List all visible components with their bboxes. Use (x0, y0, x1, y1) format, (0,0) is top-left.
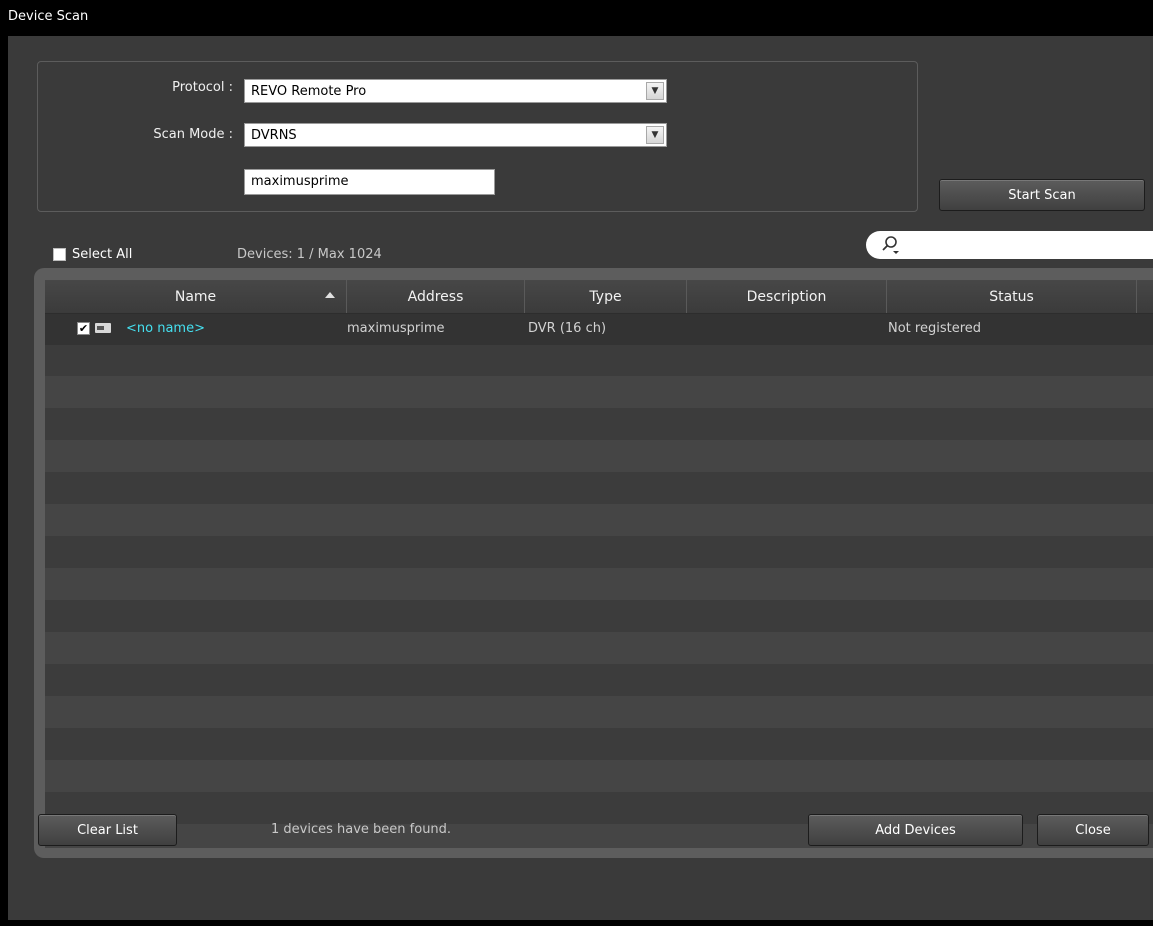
column-header-address[interactable]: Address (347, 280, 525, 313)
column-type-label: Type (589, 288, 622, 305)
protocol-label: Protocol : (172, 80, 233, 95)
found-status-text: 1 devices have been found. (271, 822, 452, 837)
protocol-dropdown[interactable]: REVO Remote Pro ▼ (244, 79, 667, 103)
column-status-label: Status (989, 288, 1034, 305)
search-input[interactable] (866, 231, 1153, 259)
scan-mode-label: Scan Mode : (153, 127, 233, 142)
column-header-type[interactable]: Type (525, 280, 687, 313)
device-list[interactable]: Name Address Type Description Status ✔ <… (45, 280, 1153, 848)
clear-list-button[interactable]: Clear List (38, 814, 177, 846)
window-border-bottom (0, 920, 1153, 926)
select-all-checkbox[interactable]: Select All (53, 245, 132, 263)
window-border (0, 36, 8, 926)
close-button[interactable]: Close (1037, 814, 1149, 846)
sort-ascending-icon (325, 292, 335, 298)
column-header-description[interactable]: Description (687, 280, 887, 313)
row-checkbox[interactable]: ✔ (77, 322, 90, 335)
search-icon[interactable] (880, 235, 902, 255)
column-name-label: Name (174, 288, 217, 305)
add-devices-button[interactable]: Add Devices (808, 814, 1023, 846)
scan-mode-value: DVRNS (251, 128, 297, 143)
dvr-device-icon (95, 323, 111, 333)
protocol-value: REVO Remote Pro (251, 84, 367, 99)
chevron-down-icon[interactable]: ▼ (646, 126, 664, 144)
chevron-down-icon[interactable]: ▼ (646, 82, 664, 100)
column-header-status[interactable]: Status (887, 280, 1137, 313)
table-row[interactable]: ✔ <no name> maximusprime DVR (16 ch) Not… (45, 314, 1153, 345)
device-count: Devices: 1 / Max 1024 (237, 247, 382, 262)
scan-mode-dropdown[interactable]: DVRNS ▼ (244, 123, 667, 147)
checkbox-icon[interactable] (53, 247, 66, 261)
window-title: Device Scan (8, 9, 89, 24)
table-header: Name Address Type Description Status (45, 280, 1153, 314)
device-status: Not registered (888, 321, 982, 336)
column-address-label: Address (407, 288, 464, 305)
device-scan-window: Device Scan Protocol : REVO Remote Pro ▼… (0, 0, 1153, 926)
title-bar: Device Scan (0, 0, 1153, 36)
host-input[interactable]: maximusprime (244, 169, 495, 195)
column-description-label: Description (746, 288, 827, 305)
column-header-name[interactable]: Name (45, 280, 347, 313)
device-type: DVR (16 ch) (528, 321, 607, 336)
device-address: maximusprime (347, 321, 445, 336)
start-scan-button[interactable]: Start Scan (939, 179, 1145, 211)
select-all-label: Select All (72, 246, 133, 262)
device-name[interactable]: <no name> (126, 321, 205, 336)
